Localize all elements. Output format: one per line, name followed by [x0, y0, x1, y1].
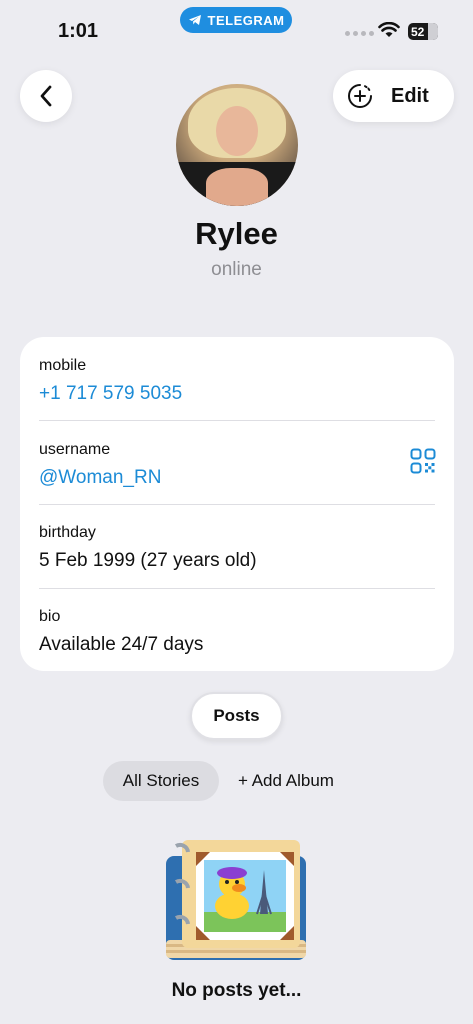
qr-code-icon[interactable]: [410, 448, 436, 474]
empty-state-text: No posts yet...: [171, 980, 302, 1001]
all-stories-button[interactable]: All Stories: [103, 761, 219, 801]
mobile-label: mobile: [39, 357, 87, 374]
avatar[interactable]: [176, 84, 298, 206]
battery-icon: 52: [408, 23, 438, 40]
back-button[interactable]: [20, 70, 72, 122]
username-value[interactable]: @Woman_RN: [39, 467, 435, 489]
mobile-value[interactable]: +1 717 579 5035: [39, 383, 435, 405]
telegram-pill[interactable]: TELEGRAM: [180, 7, 292, 33]
username-label: username: [39, 441, 111, 458]
profile-name: Rylee: [195, 216, 278, 251]
photo-album-icon: [166, 840, 306, 960]
bio-value: Available 24/7 days: [39, 634, 204, 655]
birthday-row[interactable]: birthday 5 Feb 1999 (27 years old): [39, 524, 435, 572]
tab-posts[interactable]: Posts: [190, 692, 283, 740]
divider: [39, 588, 435, 589]
divider: [39, 504, 435, 505]
status-bar: 1:01 TELEGRAM 52: [0, 0, 473, 50]
status-time: 1:01: [58, 20, 99, 42]
username-row[interactable]: username @Woman_RN: [39, 441, 435, 489]
profile-status: online: [211, 259, 262, 280]
bio-label: bio: [39, 608, 61, 625]
header-actions: Edit: [333, 70, 454, 122]
birthday-value: 5 Feb 1999 (27 years old): [39, 550, 257, 571]
add-circle-icon[interactable]: [347, 83, 373, 109]
bio-row[interactable]: bio Available 24/7 days: [39, 608, 435, 656]
edit-button[interactable]: Edit: [391, 85, 429, 108]
divider: [39, 420, 435, 421]
mobile-row[interactable]: mobile +1 717 579 5035: [39, 357, 435, 405]
birthday-label: birthday: [39, 524, 96, 541]
telegram-pill-label: TELEGRAM: [207, 12, 285, 28]
cellular-signal-icon: [345, 31, 374, 36]
wifi-icon: [378, 22, 400, 37]
chevron-left-icon: [40, 85, 52, 107]
telegram-icon: [188, 15, 201, 25]
info-card: mobile +1 717 579 5035 username @Woman_R…: [20, 337, 454, 671]
battery-level: 52: [411, 24, 425, 39]
add-album-button[interactable]: + Add Album: [238, 761, 334, 801]
